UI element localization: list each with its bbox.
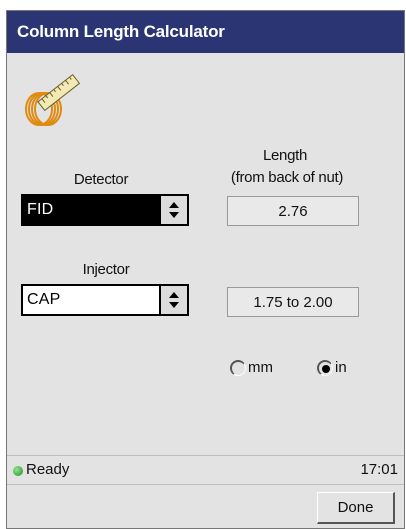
- status-bar: Ready 17:01: [7, 455, 404, 485]
- window-title: Column Length Calculator: [17, 22, 225, 41]
- injector-select-value: CAP: [23, 286, 159, 314]
- title-bar: Column Length Calculator: [7, 11, 404, 53]
- injector-label: Injector: [82, 261, 130, 278]
- detector-select[interactable]: FID: [21, 194, 189, 226]
- units-radio-mm[interactable]: mm: [230, 359, 273, 376]
- length-subheader: (from back of nut): [230, 169, 344, 186]
- coiled-column-with-ruler-icon: [25, 74, 81, 126]
- up-down-arrows-icon[interactable]: [159, 286, 187, 314]
- detector-length-readout: 2.76: [227, 196, 359, 226]
- status-indicator-icon: [13, 466, 23, 476]
- status-time: 17:01: [360, 461, 398, 478]
- units-in-label: in: [335, 359, 347, 376]
- up-down-arrows-icon[interactable]: [159, 196, 187, 224]
- done-button[interactable]: Done: [317, 492, 395, 524]
- app-window: Column Length Calculator Length (from ba…: [6, 10, 405, 529]
- detector-length-value: 2.76: [278, 202, 308, 220]
- injector-length-readout: 1.75 to 2.00: [227, 287, 359, 317]
- detector-select-value: FID: [23, 196, 159, 224]
- injector-length-value: 1.75 to 2.00: [253, 293, 333, 311]
- radio-on-icon[interactable]: [317, 359, 333, 376]
- injector-select[interactable]: CAP: [21, 284, 189, 316]
- status-text: Ready: [26, 461, 70, 478]
- radio-off-icon[interactable]: [230, 359, 246, 376]
- length-header: Length: [262, 147, 308, 164]
- units-radio-in[interactable]: in: [317, 359, 347, 376]
- units-mm-label: mm: [248, 359, 273, 376]
- detector-label: Detector: [73, 171, 129, 188]
